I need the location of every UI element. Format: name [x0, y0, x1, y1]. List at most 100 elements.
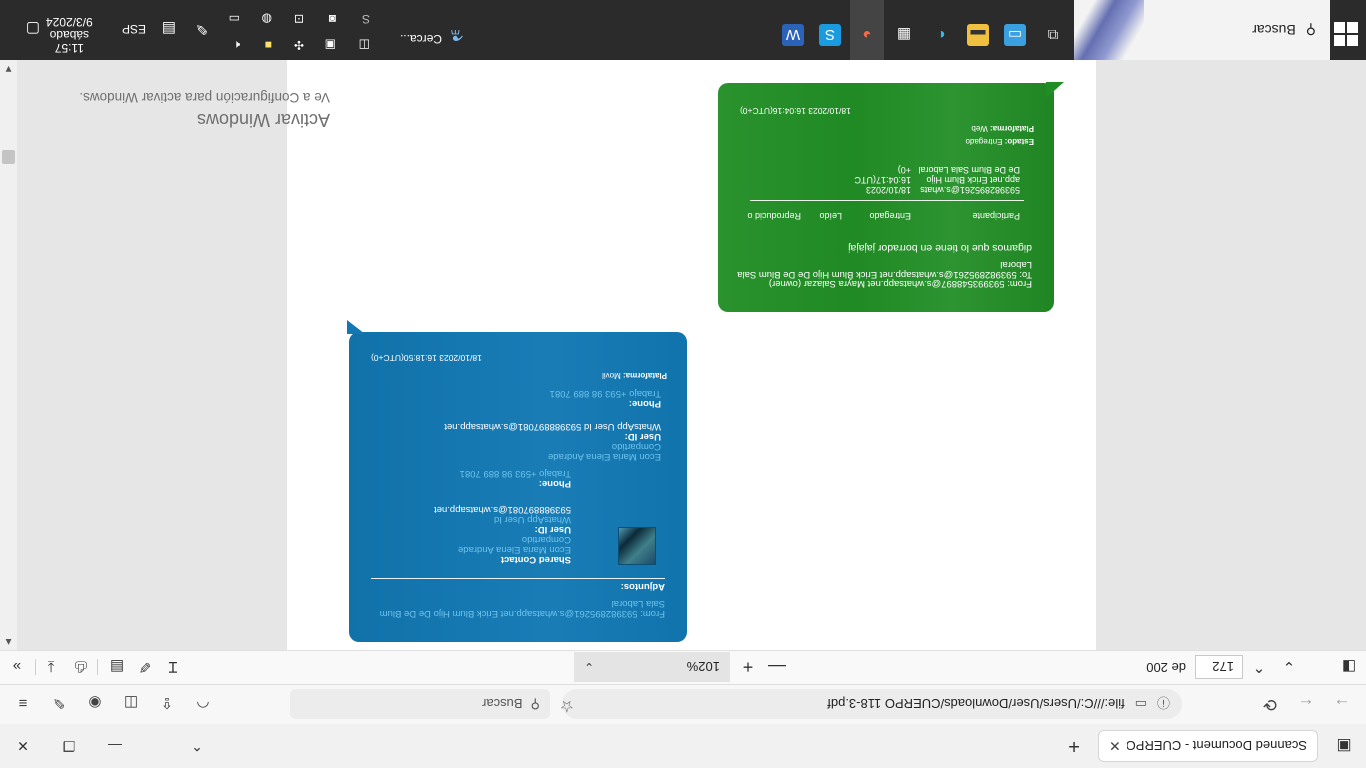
tray-app-icon[interactable]: ◙ [329, 12, 336, 26]
clock[interactable]: 11:57 sábado 9/3/2024 [46, 15, 93, 55]
browser-tab-bar: ▣ Scanned Document - CUERPO 118- ✕ + ⌃ —… [0, 724, 1366, 768]
file-explorer-icon[interactable]: ▬ [967, 24, 989, 46]
close-tab-icon[interactable]: ✕ [1109, 738, 1121, 755]
tab-scanned-document[interactable]: Scanned Document - CUERPO 118- ✕ [1098, 730, 1318, 762]
prev-page-icon[interactable]: ⌃ [1246, 654, 1272, 680]
battery-icon[interactable]: ▭ [229, 12, 240, 26]
highlight-icon[interactable]: ▤ [104, 654, 130, 680]
userid-line2: 593988897081@s.whatsapp.net [434, 504, 571, 515]
windows-start-icon[interactable] [1334, 22, 1358, 46]
taskbar-search-label: Buscar [1252, 22, 1296, 38]
vertical-scrollbar[interactable]: ▲ ▼ [0, 60, 17, 650]
weather-icon[interactable]: ⚗ [446, 24, 468, 46]
platform-value: Web [971, 124, 988, 133]
phone-label: Phone: [538, 478, 571, 489]
contents-icon[interactable]: ◨ [1336, 654, 1362, 680]
address-bar: → ← ⟳ ⓘ ▭ file:///C:/Users/User/Download… [0, 684, 1366, 724]
chrome-icon[interactable]: ◕ [856, 24, 878, 46]
edge-browser-icon[interactable]: ◐ [930, 24, 952, 46]
page-number-input[interactable]: 172 [1195, 655, 1243, 679]
search-highlight-image [1074, 0, 1144, 60]
weather-text[interactable]: Cerca... [400, 32, 442, 46]
info-icon: ⓘ [1156, 695, 1170, 711]
tray-app-icon[interactable]: ◫ [359, 38, 370, 52]
favorites-icon[interactable]: ✎ [48, 692, 70, 714]
search-field[interactable]: ⚲ Buscar [290, 689, 550, 719]
chevron-up-icon[interactable]: ⌃ [174, 724, 220, 768]
table-header-read: Leído [819, 211, 842, 221]
zoom-out-button[interactable]: — [764, 654, 790, 680]
task-view-icon[interactable]: ⧉ [1042, 24, 1064, 46]
divider [97, 659, 98, 675]
share-icon[interactable]: ⇪ [156, 692, 178, 714]
clock-time: 11:57 [54, 41, 84, 55]
tab-actions-icon[interactable]: ▣ [1330, 732, 1358, 760]
collapse-toolbar-icon[interactable]: » [4, 654, 30, 680]
tray-app-icon[interactable]: ✣ [294, 38, 304, 52]
watermark-subtitle: Ve a Configuración para activar Windows. [79, 90, 330, 105]
taskbar-search[interactable]: ⚲ Buscar [1074, 0, 1330, 60]
contact-avatar [618, 527, 656, 565]
shared-contact-title: Shared Contact [500, 554, 571, 565]
keyboard-icon[interactable]: ▤ [162, 20, 176, 38]
tray-app-icon[interactable]: ◍ [262, 12, 272, 26]
table-header-delivered: Entregado [869, 211, 911, 221]
microsoft-store-icon[interactable]: ▦ [893, 24, 915, 46]
tray-app-icon[interactable]: S [362, 12, 370, 26]
estado-label: Estado: [1004, 137, 1034, 146]
draw-icon[interactable]: ✐ [132, 654, 158, 680]
platform-value: Movil [602, 371, 621, 380]
tab-title: Scanned Document - CUERPO 118- [1126, 738, 1307, 754]
performance-icon[interactable]: ◠ [192, 692, 214, 714]
table-cell-delivered: 18/10/2023 16:04:17(UTC +0) [854, 165, 911, 195]
tray-app-icon[interactable]: ⊡ [294, 12, 304, 26]
message-text: digamos que lo tiene en borrador jajajaj [848, 242, 1032, 254]
new-tab-button[interactable]: + [1060, 732, 1088, 760]
back-icon[interactable]: ← [1292, 690, 1320, 718]
divider [750, 200, 1024, 201]
zoom-select[interactable]: 102% ⌄ [574, 652, 730, 682]
minimize-button[interactable]: — [92, 724, 138, 768]
copilot-menu-icon[interactable]: ≡ [12, 692, 34, 714]
collections-icon[interactable]: ◉ [84, 692, 106, 714]
photos-app-icon[interactable]: ▭ [1004, 24, 1026, 46]
forward-icon[interactable]: → [1328, 690, 1356, 718]
scrollbar-thumb[interactable] [2, 150, 15, 164]
platform-label: Plataforma: [989, 124, 1034, 133]
favorite-star-icon[interactable]: ☆ [560, 696, 574, 716]
print-icon[interactable]: ⎙ [68, 654, 94, 680]
tray-app-icon[interactable]: ■ [265, 38, 272, 52]
word-icon[interactable]: W [782, 24, 804, 46]
message-bubble-text: From: 593993548897@s.whatsapp.net Mayra … [718, 83, 1054, 312]
save-icon[interactable]: ⤓ [38, 654, 64, 680]
skype-icon[interactable]: S [819, 24, 841, 46]
scroll-up-icon[interactable]: ▲ [0, 633, 17, 650]
pdf-toolbar: ◨ ⌄ ⌃ 172 de 200 — + 102% ⌄ Ɪ ✐ ▤ ⎙ ⤓ » [0, 650, 1366, 684]
zoom-in-button[interactable]: + [735, 654, 761, 680]
screen: ▣ Scanned Document - CUERPO 118- ✕ + ⌃ —… [0, 0, 1366, 768]
language-indicator[interactable]: ESP [122, 22, 146, 36]
table-header-played: Reproducid o [747, 211, 801, 221]
contact-name: Econ Maria Elena Andrade [457, 544, 571, 555]
split-screen-icon[interactable]: ◫ [120, 692, 142, 714]
body-contact-status: Compartido [611, 441, 661, 452]
tray-app-icon[interactable]: ▣ [325, 38, 336, 52]
close-window-button[interactable]: ✕ [0, 724, 46, 768]
text-cursor-icon[interactable]: Ɪ [160, 654, 186, 680]
scroll-down-icon[interactable]: ▼ [0, 60, 17, 77]
notification-icon[interactable]: ▢ [26, 20, 40, 38]
pen-icon[interactable]: ✎ [195, 20, 208, 38]
search-icon: ⚲ [530, 697, 540, 712]
refresh-icon[interactable]: ⟳ [1256, 690, 1284, 718]
body-userid-label: User ID: [624, 431, 661, 442]
contact-status: Compartido [521, 534, 571, 545]
body-contact-name: Econ Maria Elena Andrade [547, 451, 661, 462]
speaker-icon[interactable]: 🔈︎ [233, 37, 240, 52]
next-page-icon[interactable]: ⌄ [1276, 654, 1302, 680]
body-phone-label: Phone: [628, 398, 661, 409]
url-field[interactable]: ⓘ ▭ file:///C:/Users/User/Downloads/CUER… [562, 689, 1182, 719]
message-timestamp: 18/10/2023 16:04:16(UTC+0) [740, 106, 851, 116]
divider [371, 578, 665, 579]
search-placeholder: Buscar [482, 696, 523, 712]
restore-button[interactable]: ❐ [46, 724, 92, 768]
